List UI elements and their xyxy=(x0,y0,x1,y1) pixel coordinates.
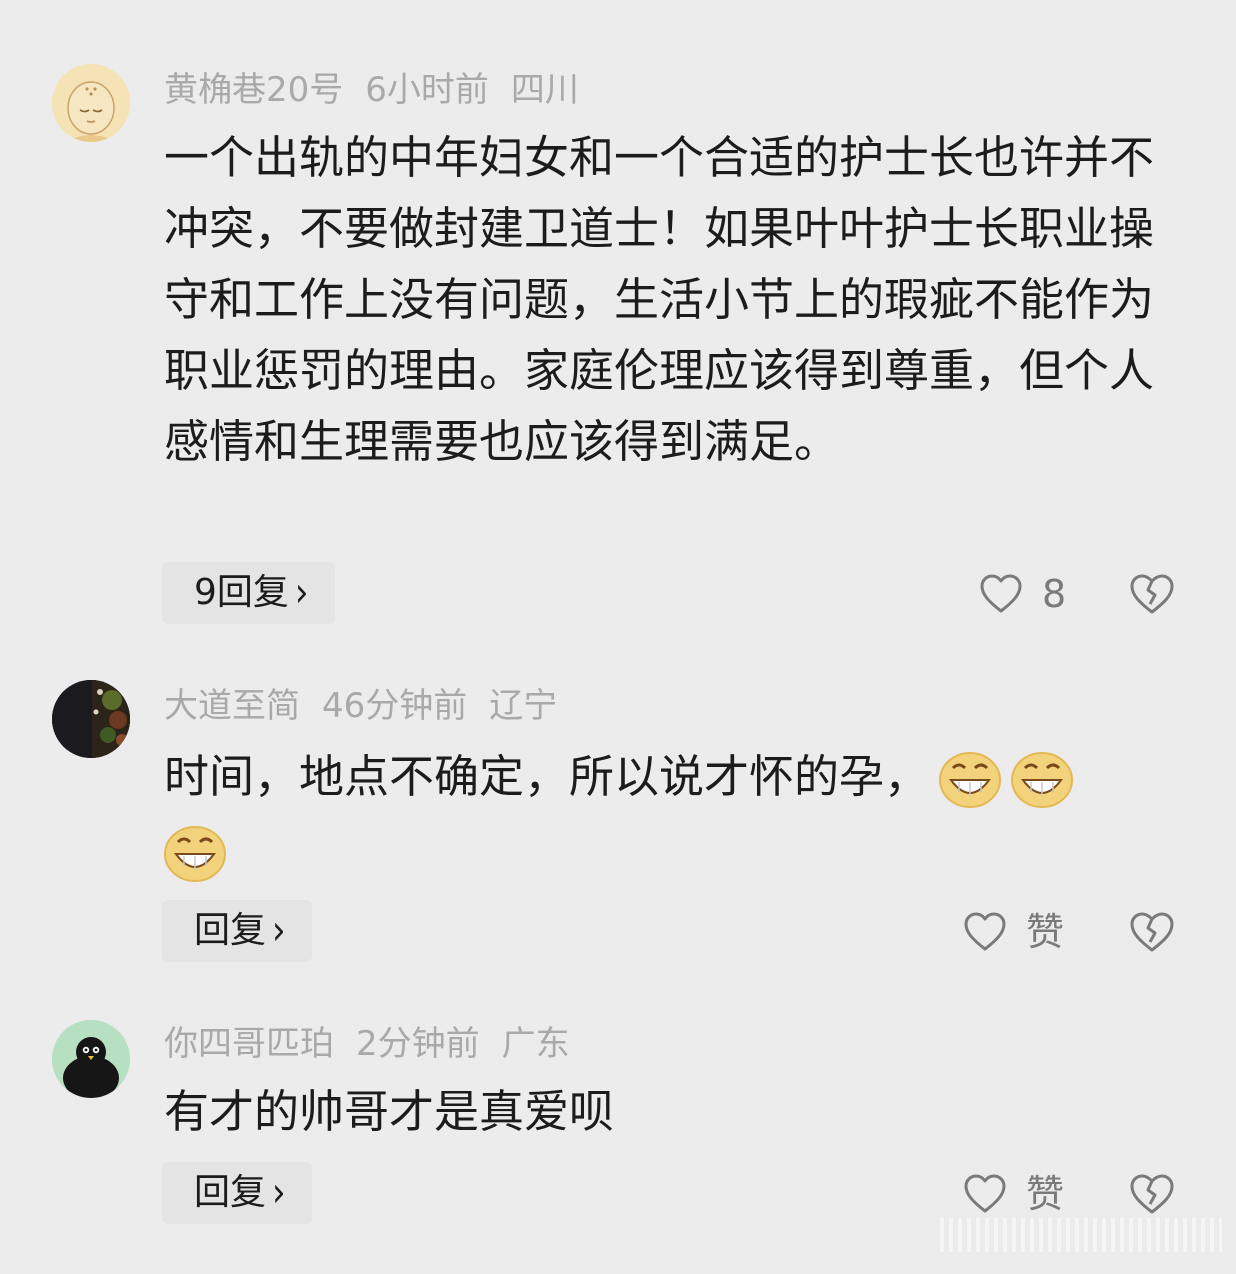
comment-text: 一个出轨的中年妇女和一个合适的护士长也许并不冲突，不要做封建卫道士！如果叶叶护士… xyxy=(164,131,1155,468)
reply-label: 9回复 xyxy=(194,572,289,613)
like-button[interactable]: 赞 xyxy=(962,1168,1064,1218)
reply-button[interactable]: 回复 › xyxy=(162,1162,312,1224)
monk-avatar-icon xyxy=(52,64,130,142)
bird-avatar-icon xyxy=(52,1020,130,1098)
username[interactable]: 大道至简 xyxy=(164,686,300,726)
watermark-overlay xyxy=(940,1218,1222,1252)
username[interactable]: 你四哥匹珀 xyxy=(164,1024,334,1064)
grin-emoji xyxy=(1011,752,1074,808)
timestamp: 6小时前 xyxy=(365,70,489,110)
chevron-right-icon: › xyxy=(272,1169,286,1217)
heart-outline-icon xyxy=(964,1174,1006,1212)
comment-meta: 黄桷巷20号 6小时前 四川 xyxy=(164,68,601,112)
username[interactable]: 黄桷巷20号 xyxy=(164,70,343,110)
reply-button[interactable]: 回复 › xyxy=(162,900,312,962)
location: 广东 xyxy=(501,1024,570,1064)
broken-heart-icon[interactable] xyxy=(1128,570,1176,618)
like-count: 8 xyxy=(1042,571,1067,616)
avatar[interactable] xyxy=(52,64,130,142)
like-button[interactable]: 8 xyxy=(978,568,1066,618)
comment-meta: 你四哥匹珀 2分钟前 广东 xyxy=(164,1022,592,1066)
timestamp: 2分钟前 xyxy=(356,1024,480,1064)
heart-outline-icon xyxy=(964,912,1006,950)
photo-avatar-icon xyxy=(52,680,130,758)
grin-emoji xyxy=(939,752,1002,808)
avatar[interactable] xyxy=(52,1020,130,1098)
like-label: 赞 xyxy=(1026,909,1065,954)
location: 四川 xyxy=(510,70,579,110)
location: 辽宁 xyxy=(489,686,558,726)
comment-list: 黄桷巷20号 6小时前 四川 一个出轨的中年妇女和一个合适的护士长也许并不冲突，不要… xyxy=(0,0,1236,1274)
comment-text: 时间，地点不确定，所以说才怀的孕， xyxy=(164,750,930,803)
chevron-right-icon: › xyxy=(272,907,286,955)
timestamp: 46分钟前 xyxy=(322,686,468,726)
broken-heart-icon[interactable] xyxy=(1128,908,1176,956)
view-replies-button[interactable]: 9回复 › xyxy=(162,562,335,624)
reply-label: 回复 xyxy=(194,1172,267,1213)
comment-text-block: 时间，地点不确定，所以说才怀的孕， xyxy=(164,740,1154,888)
chevron-right-icon: › xyxy=(294,569,309,617)
broken-heart-icon[interactable] xyxy=(1128,1170,1176,1218)
like-button[interactable]: 赞 xyxy=(962,906,1064,956)
comment-text: 有才的帅哥才是真爱呗 xyxy=(164,1085,615,1138)
comment-meta: 大道至简 46分钟前 辽宁 xyxy=(164,684,579,728)
reply-label: 回复 xyxy=(194,910,267,951)
avatar[interactable] xyxy=(52,680,130,758)
grin-emoji xyxy=(164,826,226,882)
heart-outline-icon xyxy=(980,574,1022,612)
like-label: 赞 xyxy=(1026,1171,1065,1216)
